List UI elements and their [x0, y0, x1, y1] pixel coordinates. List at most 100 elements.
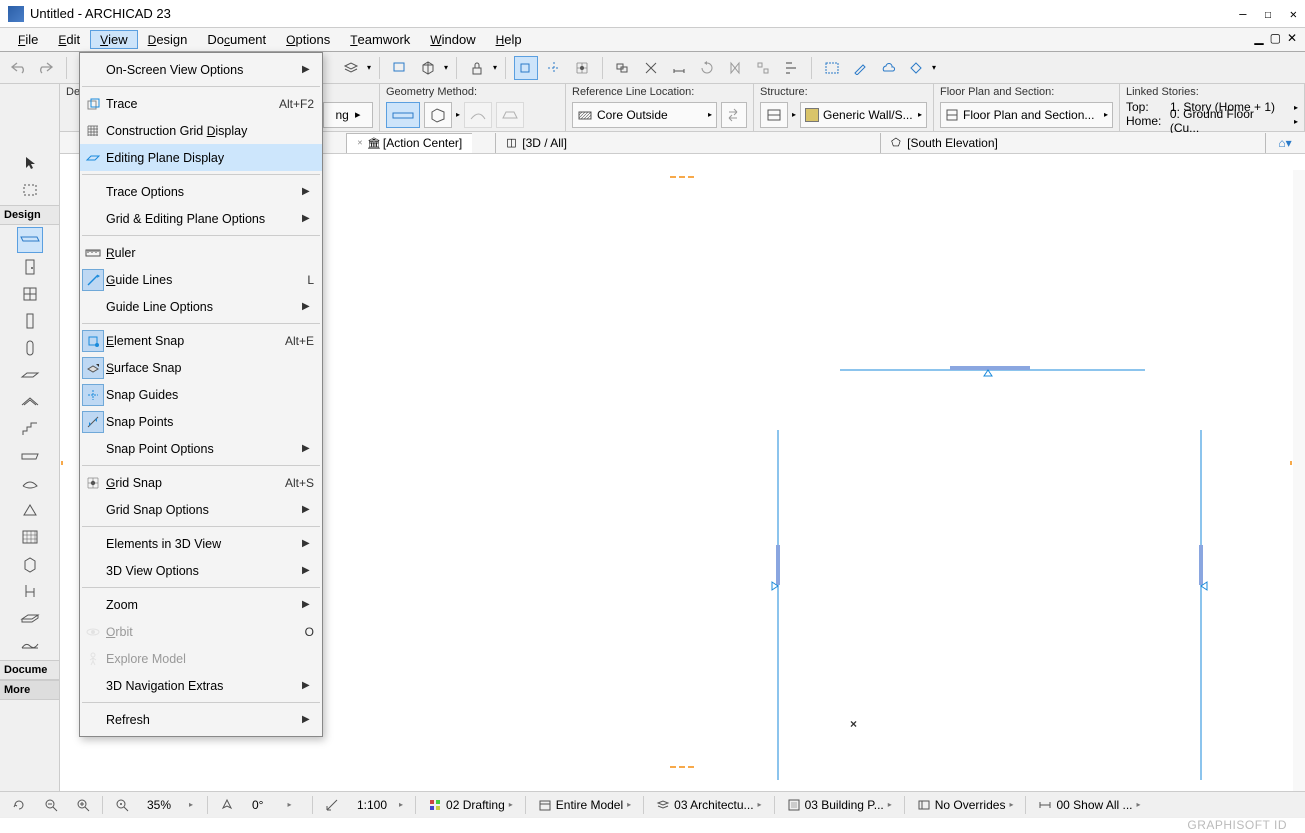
maximize-button[interactable]: ☐ [1265, 7, 1272, 21]
menu-document[interactable]: Document [197, 30, 276, 49]
snap-guides-btn[interactable] [542, 56, 566, 80]
menu-teamwork[interactable]: Teamwork [340, 30, 420, 49]
mdi-min[interactable]: ▁ [1252, 31, 1265, 45]
menu-help[interactable]: Help [486, 30, 532, 49]
menu-edit[interactable]: Edit [48, 30, 90, 49]
menu-item-on-screen-view-options[interactable]: On-Screen View Options▶ [80, 56, 322, 83]
dim-btn[interactable]: 00 Show All ...▸ [1032, 796, 1146, 814]
menu-item-guide-lines[interactable]: Guide LinesL [80, 266, 322, 293]
close-button[interactable]: ✕ [1290, 7, 1297, 21]
layer-combo-btn[interactable]: 03 Architectu...▸ [650, 796, 767, 814]
align-icon[interactable] [779, 56, 803, 80]
menu-item-refresh[interactable]: Refresh▶ [80, 706, 322, 733]
mesh-tool[interactable] [17, 632, 43, 658]
menu-item-guide-line-options[interactable]: Guide Line Options▶ [80, 293, 322, 320]
gridsnap-btn[interactable] [570, 56, 594, 80]
menu-file[interactable]: File [8, 30, 48, 49]
undo-button[interactable] [6, 56, 30, 80]
struct-material-btn[interactable]: Generic Wall/S... ▸ [800, 102, 927, 128]
tab-south-elevation[interactable]: ⬠ [South Elevation] [880, 133, 1266, 153]
orientation-value[interactable]: 0°▸ [246, 796, 306, 814]
door-tool[interactable] [17, 254, 43, 280]
menu-item-surface-snap[interactable]: Surface Snap [80, 354, 322, 381]
zoom-value[interactable]: 35%▸ [141, 796, 201, 814]
menu-design[interactable]: Design [138, 30, 198, 49]
document-section[interactable]: Docume [0, 660, 59, 680]
zone-tool[interactable] [17, 605, 43, 631]
layers-icon[interactable] [339, 56, 363, 80]
override-btn[interactable]: No Overrides▸ [911, 796, 1020, 814]
menu-view[interactable]: View [90, 30, 138, 49]
diamond-icon[interactable] [904, 56, 928, 80]
penset-btn[interactable]: 02 Drafting▸ [422, 796, 519, 814]
menu-item-snap-point-options[interactable]: Snap Point Options▶ [80, 435, 322, 462]
rotate-icon[interactable] [695, 56, 719, 80]
menu-item-snap-guides[interactable]: Snap Guides [80, 381, 322, 408]
refline-dropdown[interactable]: Core Outside ▸ [572, 102, 717, 128]
menu-window[interactable]: Window [420, 30, 485, 49]
orientation-icon[interactable] [214, 796, 240, 814]
morph-tool[interactable] [17, 497, 43, 523]
column-round-tool[interactable] [17, 335, 43, 361]
menu-item-construction-grid-display[interactable]: Construction Grid Display [80, 117, 322, 144]
trace-ref-icon[interactable] [388, 56, 412, 80]
zoom-fit-btn[interactable] [109, 796, 135, 814]
object-tool[interactable] [17, 551, 43, 577]
lock-icon[interactable] [465, 56, 489, 80]
tab-3d-all[interactable]: ◫ [3D / All] [495, 133, 881, 153]
window-tool[interactable] [17, 281, 43, 307]
menu-item-ruler[interactable]: Ruler [80, 239, 322, 266]
menu-item-elements-in-3d-view[interactable]: Elements in 3D View▶ [80, 530, 322, 557]
tab-navigator-btn[interactable]: ⌂▾ [1265, 136, 1305, 150]
menu-item-grid-snap[interactable]: Grid SnapAlt+S [80, 469, 322, 496]
refline-flip-btn[interactable] [721, 102, 747, 128]
menu-item-snap-points[interactable]: Snap Points [80, 408, 322, 435]
menu-item-trace[interactable]: TraceAlt+F2 [80, 90, 322, 117]
scale-icon[interactable] [319, 796, 345, 814]
default-setting-btn[interactable]: ng ▸ [323, 102, 373, 128]
slab-tool[interactable] [17, 362, 43, 388]
menu-item-zoom[interactable]: Zoom▶ [80, 591, 322, 618]
design-section[interactable]: Design [0, 205, 59, 225]
redo-button[interactable] [34, 56, 58, 80]
menu-item-editing-plane-display[interactable]: Editing Plane Display [80, 144, 322, 171]
element-snap-btn[interactable] [514, 56, 538, 80]
tab-action-center[interactable]: ✕ 🏛 [Action Center] [346, 133, 472, 153]
geom-curve-btn[interactable] [464, 102, 492, 128]
zoom-refresh-icon[interactable] [6, 796, 32, 814]
menu-item-grid-snap-options[interactable]: Grid Snap Options▶ [80, 496, 322, 523]
menu-item-3d-navigation-extras[interactable]: 3D Navigation Extras▶ [80, 672, 322, 699]
trim-icon[interactable] [639, 56, 663, 80]
zoom-in-btn[interactable] [70, 796, 96, 814]
column-tool[interactable] [17, 308, 43, 334]
curtain-tool[interactable] [17, 524, 43, 550]
shell-tool[interactable] [17, 470, 43, 496]
marquee-icon[interactable] [820, 56, 844, 80]
measure-icon[interactable] [667, 56, 691, 80]
scale-value[interactable]: 1:100▸ [351, 796, 409, 814]
wall-tool[interactable] [17, 227, 43, 253]
cloud-icon[interactable] [876, 56, 900, 80]
zoom-out-btn[interactable] [38, 796, 64, 814]
object-chair-tool[interactable] [17, 578, 43, 604]
stair-tool[interactable] [17, 416, 43, 442]
mvo-btn[interactable]: Entire Model▸ [532, 796, 637, 814]
floorplan-btn[interactable]: Floor Plan and Section... ▸ [940, 102, 1113, 128]
struct-basic-btn[interactable] [760, 102, 788, 128]
more-section[interactable]: More [0, 680, 59, 700]
mirror-icon[interactable] [723, 56, 747, 80]
geom-straight-btn[interactable] [386, 102, 420, 128]
cube-icon[interactable] [416, 56, 440, 80]
menu-item-element-snap[interactable]: Element SnapAlt+E [80, 327, 322, 354]
menu-item-3d-view-options[interactable]: 3D View Options▶ [80, 557, 322, 584]
geom-trap-btn[interactable] [496, 102, 524, 128]
beam-tool[interactable] [17, 443, 43, 469]
minimize-button[interactable]: — [1239, 7, 1246, 21]
menu-options[interactable]: Options [276, 30, 340, 49]
graphisoft-id[interactable]: GRAPHISOFT ID [1187, 818, 1287, 832]
geom-box-btn[interactable] [424, 102, 452, 128]
suspend-groups-icon[interactable] [611, 56, 635, 80]
roof-tool[interactable] [17, 389, 43, 415]
menu-item-trace-options[interactable]: Trace Options▶ [80, 178, 322, 205]
renov-btn[interactable]: 03 Building P...▸ [781, 796, 898, 814]
